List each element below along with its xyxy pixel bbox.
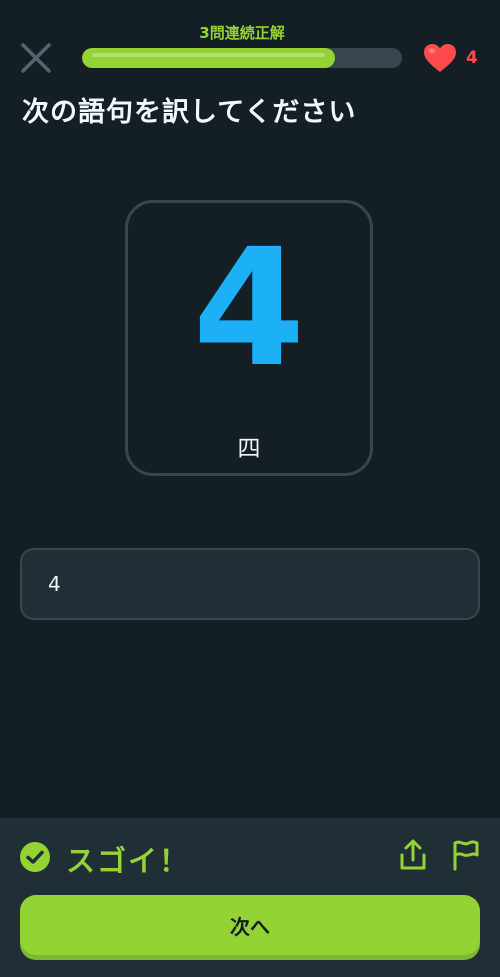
prompt-title: 次の語句を訳してください [22,97,357,128]
close-button[interactable] [18,40,54,76]
feedback-message: スゴイ！ [66,844,191,878]
share-icon [400,839,426,870]
share-button[interactable] [398,838,428,872]
card-numeral: 4 [192,215,306,403]
next-button[interactable]: 次へ [20,895,480,955]
report-button[interactable] [450,838,480,872]
character-card[interactable]: 4 四 [125,200,373,476]
check-circle-icon [20,842,50,872]
progress-bar [82,48,402,68]
heart-icon [424,44,456,72]
answer-input[interactable]: 4 [20,548,480,620]
hearts-count: 4 [466,48,478,68]
flag-icon [453,840,479,871]
card-word: 四 [237,436,261,462]
feedback-panel: スゴイ！ 次へ [0,818,500,977]
progress-fill [82,48,335,68]
close-icon [21,43,51,73]
answer-value: 4 [48,572,61,596]
hearts-counter[interactable]: 4 [422,42,478,74]
streak-label: 3問連続正解 [199,24,285,42]
